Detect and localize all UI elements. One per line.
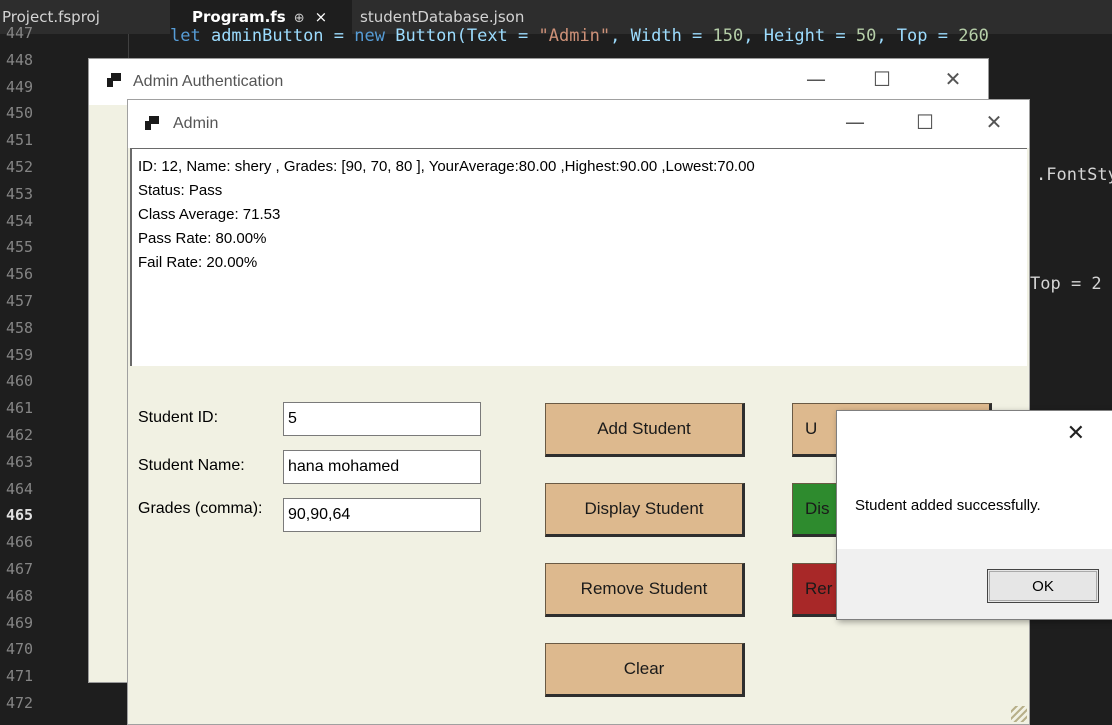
line-number: 460 bbox=[6, 372, 34, 391]
display-student-button[interactable]: Display Student bbox=[545, 483, 745, 537]
close-icon[interactable]: ✕ bbox=[979, 110, 1009, 134]
grades-field[interactable]: 90,90,64 bbox=[283, 498, 481, 532]
line-number: 463 bbox=[6, 452, 34, 471]
line-number: 448 bbox=[6, 50, 34, 69]
student-id-label: Student ID: bbox=[138, 409, 219, 426]
app-icon bbox=[145, 116, 159, 130]
code-fragment-fontstyle: .FontSty bbox=[1036, 165, 1112, 185]
line-number: 464 bbox=[6, 479, 34, 498]
line-number: 447 bbox=[6, 24, 34, 42]
tab-label: studentDatabase.json bbox=[360, 8, 525, 26]
output-line: Class Average: 71.53 bbox=[138, 206, 281, 223]
minimize-icon[interactable]: — bbox=[801, 67, 831, 91]
maximize-icon[interactable]: ☐ bbox=[867, 67, 897, 91]
output-line: Fail Rate: 20.00% bbox=[138, 254, 258, 271]
line-number: 451 bbox=[6, 131, 34, 150]
code-line-447: let adminButton = new Button(Text = "Adm… bbox=[170, 26, 989, 46]
line-number: 468 bbox=[6, 586, 34, 605]
student-name-label: Student Name: bbox=[138, 457, 245, 474]
grades-label: Grades (comma): bbox=[138, 500, 263, 517]
line-number: 459 bbox=[6, 345, 34, 364]
add-student-button[interactable]: Add Student bbox=[545, 403, 745, 457]
line-number: 465 bbox=[6, 506, 34, 525]
close-tab-icon[interactable]: × bbox=[315, 8, 328, 26]
line-number: 458 bbox=[6, 318, 34, 337]
close-icon[interactable]: ✕ bbox=[1067, 421, 1085, 446]
line-number: 455 bbox=[6, 238, 34, 257]
resize-grip[interactable] bbox=[1011, 706, 1027, 722]
line-number: 456 bbox=[6, 265, 34, 284]
line-number: 457 bbox=[6, 292, 34, 310]
line-number: 466 bbox=[6, 533, 34, 552]
message-text: Student added successfully. bbox=[855, 497, 1041, 514]
clear-button[interactable]: Clear bbox=[545, 643, 745, 697]
line-number: 449 bbox=[6, 77, 34, 96]
output-line: Pass Rate: 80.00% bbox=[138, 230, 267, 247]
line-number: 470 bbox=[6, 640, 34, 659]
line-number: 472 bbox=[6, 694, 34, 712]
pin-icon[interactable]: ⊕ bbox=[294, 11, 305, 26]
tab-label: Program.fs bbox=[192, 8, 286, 26]
line-number: 467 bbox=[6, 560, 34, 578]
window-title: Admin Authentication bbox=[133, 73, 284, 90]
title-bar[interactable]: Admin — ☐ ✕ bbox=[128, 100, 1029, 148]
student-name-field[interactable]: hana mohamed bbox=[283, 450, 481, 484]
minimize-icon[interactable]: — bbox=[840, 110, 870, 134]
student-id-field[interactable]: 5 bbox=[283, 402, 481, 436]
close-icon[interactable]: ✕ bbox=[938, 67, 968, 91]
line-number: 450 bbox=[6, 104, 34, 123]
line-number: 452 bbox=[6, 158, 34, 176]
output-textbox[interactable]: ID: 12, Name: shery , Grades: [90, 70, 8… bbox=[130, 148, 1027, 366]
message-box: ✕ Student added successfully. OK bbox=[836, 410, 1112, 620]
ok-button[interactable]: OK bbox=[987, 569, 1099, 603]
code-fragment-top: Top = 2 bbox=[1030, 274, 1102, 294]
line-number: 462 bbox=[6, 426, 34, 444]
line-number-gutter: 447 448 449 450 451 452 453 454 455 456 457 458 459 4… bbox=[0, 24, 60, 725]
remove-student-button[interactable]: Remove Student bbox=[545, 563, 745, 617]
output-line: Status: Pass bbox=[138, 182, 223, 199]
window-title: Admin bbox=[173, 115, 219, 132]
line-number: 454 bbox=[6, 211, 34, 230]
output-line: ID: 12, Name: shery , Grades: [90, 70, 8… bbox=[138, 158, 755, 175]
line-number: 471 bbox=[6, 667, 34, 686]
line-number: 453 bbox=[6, 184, 34, 203]
line-number: 461 bbox=[6, 399, 34, 418]
line-number: 469 bbox=[6, 613, 34, 632]
maximize-icon[interactable]: ☐ bbox=[910, 110, 940, 134]
app-icon bbox=[107, 73, 121, 87]
